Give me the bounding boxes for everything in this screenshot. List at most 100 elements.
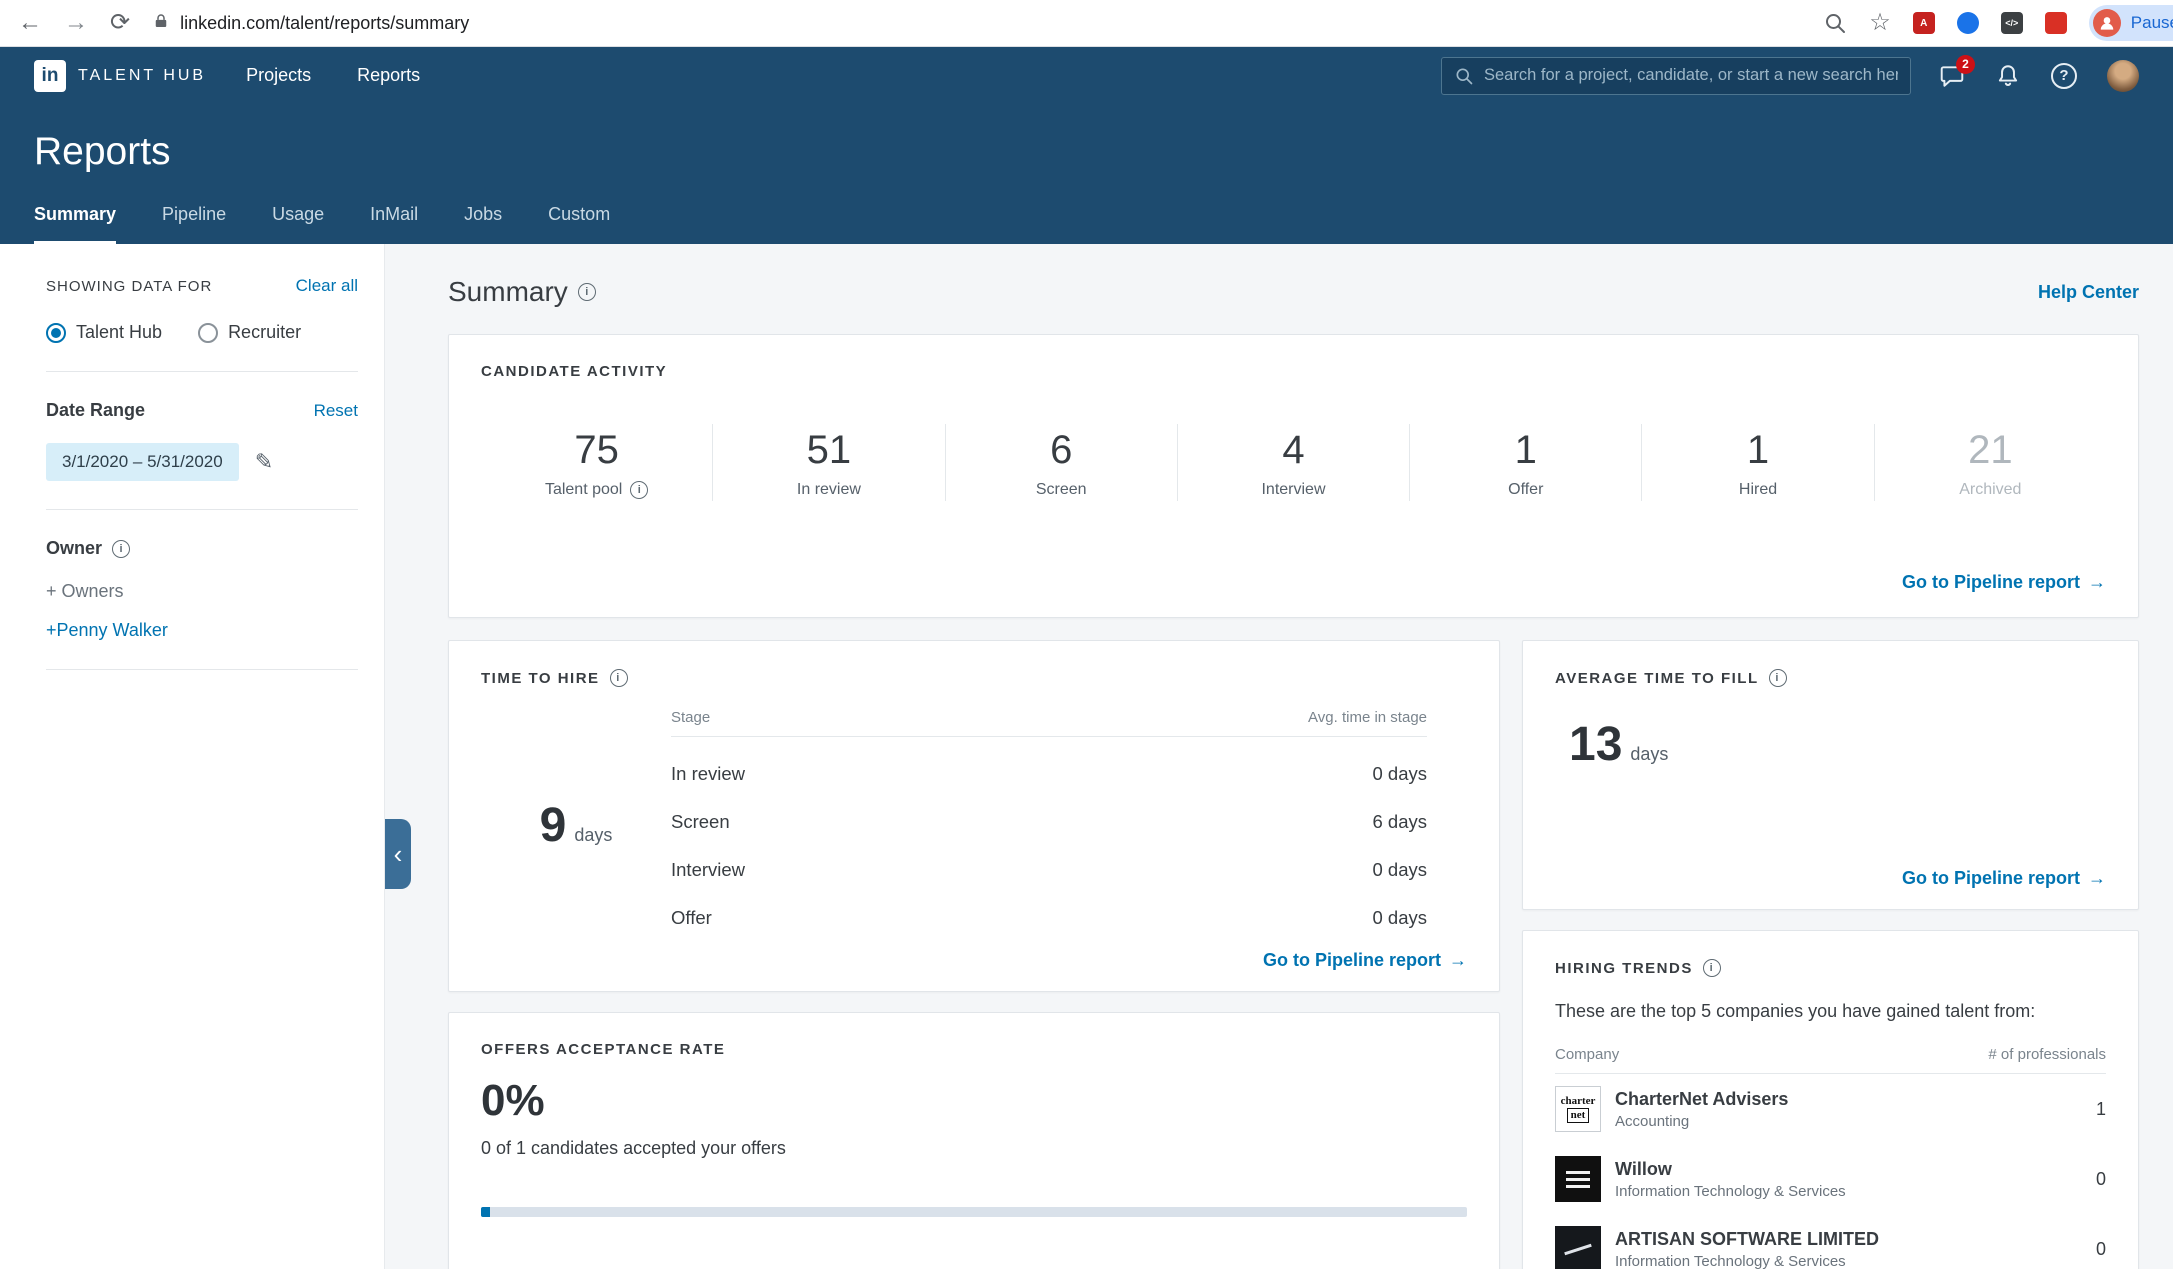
report-tabs: Summary Pipeline Usage InMail Jobs Custo…	[34, 204, 2139, 244]
reset-link[interactable]: Reset	[314, 401, 358, 421]
sidebar-collapse-handle[interactable]: ‹	[385, 819, 411, 889]
notifications-bell-icon[interactable]	[1995, 63, 2021, 89]
date-range-value[interactable]: 3/1/2020 – 5/31/2020	[46, 443, 239, 481]
summary-info-icon[interactable]: i	[578, 283, 596, 301]
stat-label: Offer	[1508, 481, 1543, 499]
table-row: Offer 0 days	[671, 881, 1427, 929]
reports-header: Reports Summary Pipeline Usage InMail Jo…	[0, 104, 2173, 244]
time-to-hire-value: 9	[540, 798, 567, 853]
filters-sidebar: SHOWING DATA FOR Clear all Talent Hub Re…	[0, 244, 385, 1269]
content-area: SHOWING DATA FOR Clear all Talent Hub Re…	[0, 244, 2173, 1269]
time-to-hire-info-icon[interactable]: i	[610, 669, 628, 687]
stat-interview: 4 Interview	[1177, 424, 1409, 501]
stat-value: 1	[1642, 428, 1873, 473]
stat-value: 21	[1875, 428, 2106, 473]
owner-label: Owner	[46, 538, 102, 559]
blue-extension-icon[interactable]	[1957, 12, 1979, 34]
stat-value: 4	[1178, 428, 1409, 473]
stage-time: 0 days	[1372, 907, 1427, 929]
pipeline-link-label: Go to Pipeline report	[1902, 572, 2080, 593]
offers-acceptance-title: OFFERS ACCEPTANCE RATE	[481, 1041, 725, 1058]
radio-unselected-icon	[198, 323, 218, 343]
refresh-icon[interactable]: ⟳	[110, 11, 130, 35]
bookmark-star-icon[interactable]: ☆	[1869, 11, 1891, 35]
company-row-charternet[interactable]: charter net CharterNet Advisers Accounti…	[1555, 1074, 2106, 1144]
address-bar[interactable]: linkedin.com/talent/reports/summary	[152, 12, 1801, 35]
table-row: In review 0 days	[671, 737, 1427, 785]
talent-pool-info-icon[interactable]: i	[630, 481, 648, 499]
go-to-pipeline-report-link[interactable]: Go to Pipeline report →	[1902, 868, 2106, 889]
average-time-to-fill-value: 13	[1569, 717, 1622, 772]
chevron-left-icon: ‹	[394, 839, 403, 870]
linkedin-logo[interactable]: in	[34, 60, 66, 92]
logo-text: net	[1567, 1108, 1590, 1123]
avg-time-column-header: Avg. time in stage	[1308, 709, 1427, 726]
table-row: Screen 6 days	[671, 785, 1427, 833]
help-center-link[interactable]: Help Center	[2038, 282, 2139, 303]
hiring-trends-card: HIRING TRENDS i These are the top 5 comp…	[1522, 930, 2139, 1269]
brand-name: TALENT HUB	[78, 67, 206, 85]
radio-recruiter[interactable]: Recruiter	[198, 322, 301, 343]
tab-custom[interactable]: Custom	[548, 204, 610, 244]
company-row-willow[interactable]: Willow Information Technology & Services…	[1555, 1144, 2106, 1214]
stat-in-review: 51 In review	[712, 424, 944, 501]
nav-item-reports[interactable]: Reports	[357, 65, 420, 86]
go-to-pipeline-report-link[interactable]: Go to Pipeline report →	[1902, 572, 2106, 593]
tab-summary[interactable]: Summary	[34, 204, 116, 244]
pipeline-link-label: Go to Pipeline report	[1902, 868, 2080, 889]
user-avatar[interactable]	[2107, 60, 2139, 92]
professionals-column-header: # of professionals	[1988, 1046, 2106, 1063]
clear-all-link[interactable]: Clear all	[296, 276, 358, 296]
company-name: CharterNet Advisers	[1615, 1089, 2096, 1110]
average-time-to-fill-title: AVERAGE TIME TO FILL	[1555, 670, 1759, 687]
red-extension-icon[interactable]	[2045, 12, 2067, 34]
time-to-hire-card: TIME TO HIRE i 9 days Stage	[448, 640, 1500, 992]
company-name: Willow	[1615, 1159, 2096, 1180]
stage-column-header: Stage	[671, 709, 710, 726]
stat-label: Hired	[1739, 481, 1777, 499]
stage-table: Stage Avg. time in stage In review 0 day…	[671, 709, 1467, 929]
nav-item-projects[interactable]: Projects	[246, 65, 311, 86]
tab-inmail[interactable]: InMail	[370, 204, 418, 244]
stat-value: 75	[481, 428, 712, 473]
radio-selected-icon	[46, 323, 66, 343]
url-text[interactable]: linkedin.com/talent/reports/summary	[180, 13, 469, 34]
company-industry: Information Technology & Services	[1615, 1183, 2096, 1200]
showing-data-for-label: SHOWING DATA FOR	[46, 278, 212, 295]
table-row: Interview 0 days	[671, 833, 1427, 881]
tab-jobs[interactable]: Jobs	[464, 204, 502, 244]
go-to-pipeline-report-link[interactable]: Go to Pipeline report →	[1263, 950, 1467, 971]
forward-icon[interactable]: →	[64, 11, 88, 35]
stat-hired: 1 Hired	[1641, 424, 1873, 501]
browser-profile-button[interactable]: Pause	[2089, 5, 2173, 41]
time-to-hire-title: TIME TO HIRE	[481, 670, 600, 687]
radio-talent-hub[interactable]: Talent Hub	[46, 322, 162, 343]
tab-pipeline[interactable]: Pipeline	[162, 204, 226, 244]
offers-acceptance-card: OFFERS ACCEPTANCE RATE 0% 0 of 1 candida…	[448, 1012, 1500, 1269]
edit-date-pencil-icon[interactable]: ✎	[255, 449, 273, 475]
stat-value: 6	[946, 428, 1177, 473]
brand[interactable]: in TALENT HUB	[34, 60, 206, 92]
messages-icon[interactable]: 2	[1939, 63, 1965, 89]
add-owners-button[interactable]: + Owners	[46, 581, 358, 602]
zoom-icon[interactable]	[1823, 11, 1847, 35]
help-icon[interactable]: ?	[2051, 63, 2077, 89]
search-input[interactable]	[1484, 66, 1898, 85]
company-row-artisan[interactable]: ARTISAN SOFTWARE LIMITED Information Tec…	[1555, 1214, 2106, 1269]
hiring-trends-title: HIRING TRENDS	[1555, 960, 1693, 977]
back-icon[interactable]: ←	[18, 11, 42, 35]
logo-text: charter	[1561, 1095, 1596, 1108]
owner-penny-walker[interactable]: +Penny Walker	[46, 620, 358, 641]
code-extension-icon[interactable]: </>	[2001, 12, 2023, 34]
date-range-label: Date Range	[46, 400, 145, 421]
header-icons: 2 ?	[1939, 60, 2139, 92]
hiring-trends-info-icon[interactable]: i	[1703, 959, 1721, 977]
professionals-count: 1	[2096, 1099, 2106, 1120]
average-time-to-fill-info-icon[interactable]: i	[1769, 669, 1787, 687]
app-header: in TALENT HUB Projects Reports 2 ? Repo	[0, 47, 2173, 244]
adobe-extension-icon[interactable]: A	[1913, 12, 1935, 34]
tab-usage[interactable]: Usage	[272, 204, 324, 244]
candidate-activity-title: CANDIDATE ACTIVITY	[481, 363, 667, 380]
owner-info-icon[interactable]: i	[112, 540, 130, 558]
global-search[interactable]	[1441, 57, 1911, 95]
